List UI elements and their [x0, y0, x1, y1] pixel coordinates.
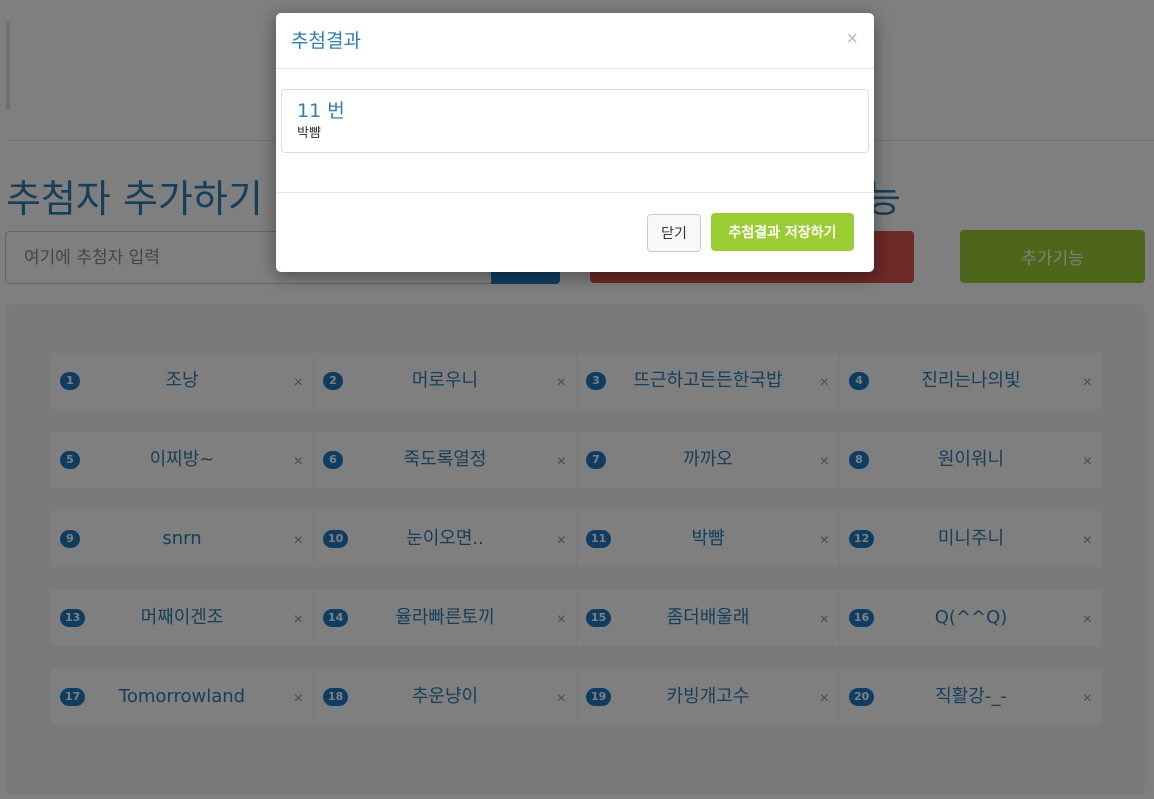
close-button[interactable]: 닫기 [647, 214, 701, 252]
modal-footer: 닫기 추첨결과 저장하기 [276, 193, 874, 272]
modal-title: 추첨결과 [291, 30, 361, 52]
draw-result-modal: 추첨결과 × 11 번 박뺨 닫기 추첨결과 저장하기 [276, 13, 874, 272]
result-box: 11 번 박뺨 [281, 89, 869, 153]
save-result-button[interactable]: 추첨결과 저장하기 [711, 213, 854, 251]
close-icon[interactable]: × [846, 29, 858, 49]
result-name: 박뺨 [297, 126, 321, 141]
modal-body: 11 번 박뺨 [276, 69, 874, 193]
modal-header: 추첨결과 × [276, 13, 874, 69]
result-number: 11 번 [297, 100, 345, 122]
